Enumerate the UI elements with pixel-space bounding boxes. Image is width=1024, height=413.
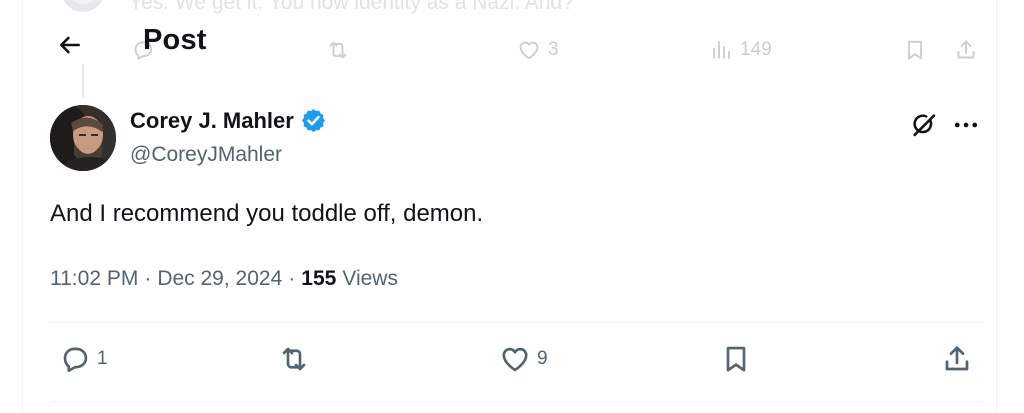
post-column: Yes. We get it. You now identity as a Na…: [22, 0, 997, 413]
previous-views-count: 149: [740, 39, 772, 60]
views-label: Views: [342, 267, 398, 290]
arrow-left-icon: [53, 32, 87, 58]
divider: [50, 401, 983, 402]
grok-button[interactable]: [907, 108, 941, 142]
author-handle[interactable]: @CoreyJMahler: [130, 143, 282, 167]
author-name[interactable]: Corey J. Mahler: [130, 108, 294, 134]
bookmark-icon: [903, 38, 927, 62]
reply-icon: [59, 343, 91, 375]
previous-post-avatar: [61, 0, 105, 12]
reply-count: 1: [97, 348, 108, 369]
grok-icon: [907, 111, 941, 139]
views-chart-icon: [709, 38, 733, 62]
more-options-button[interactable]: [949, 108, 983, 142]
heart-icon: [517, 38, 541, 62]
back-button[interactable]: [53, 28, 87, 62]
views-count: 155: [301, 267, 337, 290]
bookmark-button[interactable]: [720, 343, 752, 375]
previous-views-button[interactable]: 149: [709, 38, 772, 62]
divider: [50, 322, 983, 323]
share-icon: [954, 38, 978, 62]
repost-button[interactable]: [278, 343, 316, 375]
repost-icon: [326, 38, 350, 62]
share-button[interactable]: [941, 343, 973, 375]
avatar[interactable]: [50, 105, 116, 171]
like-button[interactable]: 9: [499, 343, 548, 375]
page-title: Post: [143, 24, 207, 56]
heart-icon: [499, 343, 531, 375]
previous-bookmark-button[interactable]: [903, 38, 927, 62]
repost-icon: [278, 343, 310, 375]
author-name-row[interactable]: Corey J. Mahler: [130, 107, 327, 134]
previous-repost-button[interactable]: [326, 38, 357, 62]
previous-like-button[interactable]: 3: [517, 38, 559, 62]
share-icon: [941, 343, 973, 375]
previous-post-text: Yes. We get it. You now identity as a Na…: [129, 0, 574, 14]
previous-share-button[interactable]: [954, 38, 978, 62]
meta-separator: ·: [288, 267, 296, 290]
bookmark-icon: [720, 343, 752, 375]
post-text: And I recommend you toddle off, demon.: [50, 200, 484, 227]
more-dots-icon: [949, 110, 983, 140]
meta-separator: ·: [144, 267, 152, 290]
verified-badge-icon[interactable]: [300, 107, 327, 134]
post-time[interactable]: 11:02 PM: [50, 267, 138, 291]
post-date[interactable]: Dec 29, 2024: [157, 267, 282, 291]
thread-line: [82, 64, 84, 97]
reply-button[interactable]: 1: [59, 343, 108, 375]
post-meta: 11:02 PM · Dec 29, 2024 · 155 Views: [50, 267, 398, 291]
like-count: 9: [537, 348, 548, 369]
previous-like-count: 3: [548, 39, 559, 60]
